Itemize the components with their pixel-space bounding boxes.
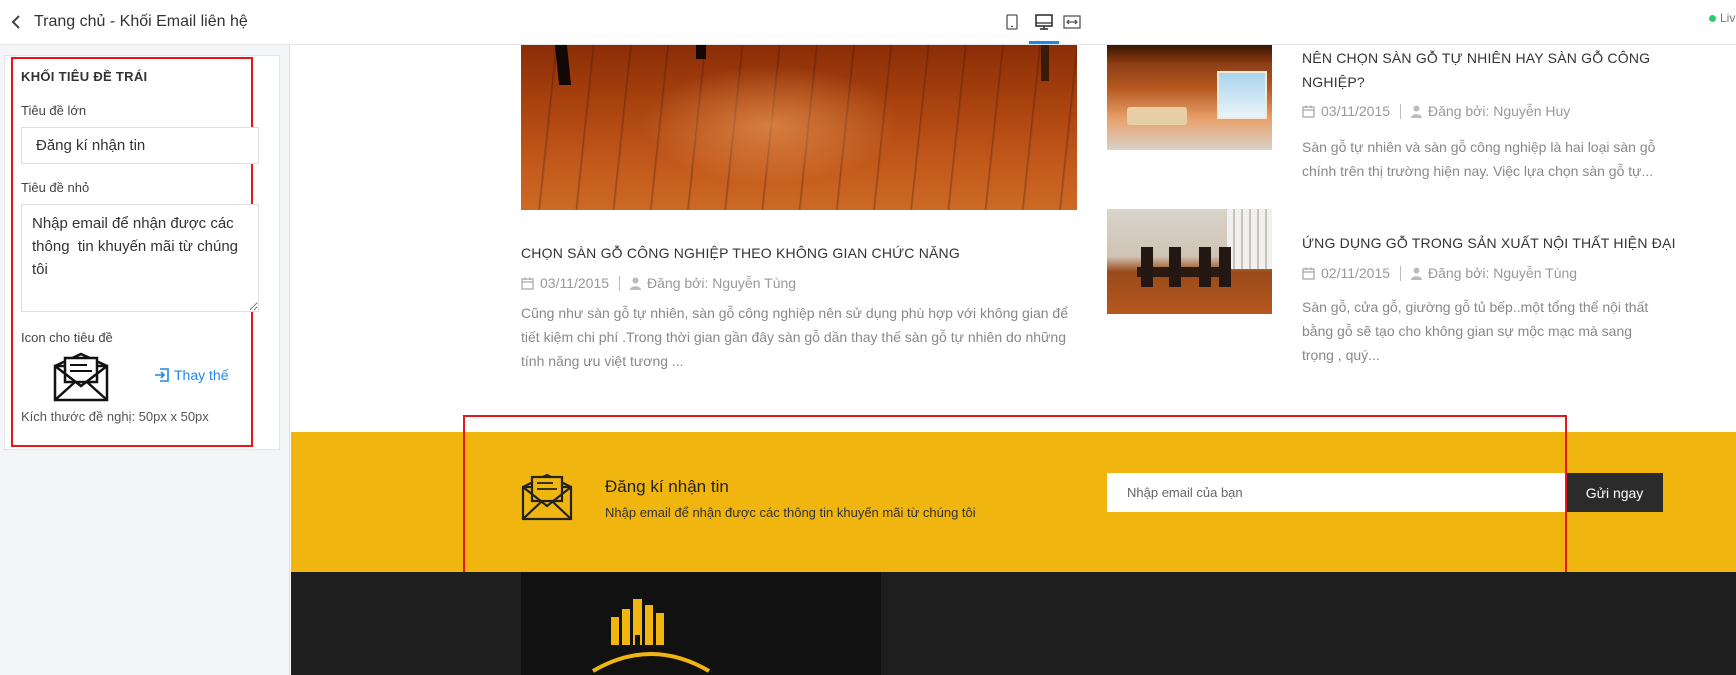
post-excerpt: Sàn gỗ tự nhiên và sàn gỗ công nghiệp là… (1302, 139, 1656, 179)
post-meta: 03/11/2015 Đăng bởi: Nguyễn Tùng (521, 275, 796, 291)
building-logo-icon (591, 599, 711, 673)
post-date: 03/11/2015 (1321, 103, 1391, 119)
page-preview: CHỌN SÀN GỖ CÔNG NGHIỆP THEO KHÔNG GIAN … (291, 45, 1736, 675)
post-date: 03/11/2015 (540, 275, 610, 291)
user-icon (630, 277, 642, 290)
active-device-indicator (1029, 41, 1059, 44)
user-icon (1411, 105, 1423, 118)
post-meta: 03/11/2015 Đăng bởi: Nguyễn Huy (1302, 103, 1570, 119)
envelope-icon (53, 352, 109, 402)
device-desktop-button[interactable] (1030, 8, 1058, 36)
replace-icon-button[interactable]: Thay thế (154, 367, 228, 383)
post-excerpt: Sàn gỗ, cửa gỗ, giường gỗ tủ bếp..một tổ… (1302, 299, 1649, 363)
post-author: Đăng bởi: Nguyễn Tùng (647, 275, 797, 291)
editor-panel: Trang chủ - Khối Email liên hệ KHỐI TIÊU… (0, 0, 290, 675)
back-button[interactable] (4, 10, 28, 34)
post-thumbnail[interactable] (1107, 45, 1272, 150)
size-hint: Kích thước đề nghị: 50px x 50px (21, 409, 209, 424)
user-icon (1411, 267, 1423, 280)
desktop-icon (1035, 14, 1053, 30)
newsletter-submit-button[interactable]: Gửi ngay (1566, 473, 1663, 512)
newsletter-title: Đăng kí nhận tin (605, 477, 729, 496)
device-mobile-button[interactable] (998, 8, 1026, 36)
status-dot-icon (1709, 14, 1716, 22)
big-title-input[interactable] (21, 127, 259, 164)
mobile-icon (1006, 14, 1018, 30)
panel-title: Trang chủ - Khối Email liên hệ (34, 13, 248, 30)
big-title-label: Tiêu đề lớn (21, 103, 87, 118)
icon-label: Icon cho tiêu đề (21, 330, 113, 345)
sign-in-icon (155, 368, 169, 382)
footer (291, 572, 1736, 675)
fullwidth-icon (1063, 15, 1081, 29)
live-label: Liv (1720, 11, 1736, 25)
replace-label: Thay thế (174, 367, 229, 383)
small-title-label: Tiêu đề nhỏ (21, 180, 90, 195)
newsletter-email-input[interactable] (1107, 473, 1566, 512)
post-image-main[interactable] (521, 45, 1077, 210)
post-date: 02/11/2015 (1321, 265, 1391, 281)
chevron-left-icon (11, 15, 20, 29)
calendar-icon (1302, 267, 1315, 280)
calendar-icon (1302, 105, 1315, 118)
panel-header: Trang chủ - Khối Email liên hệ (0, 0, 290, 45)
post-author: Đăng bởi: Nguyễn Huy (1428, 103, 1571, 119)
post-title[interactable]: NÊN CHỌN SÀN GỖ TỰ NHIÊN HAY SÀN GỖ CÔNG… (1302, 46, 1662, 94)
calendar-icon (521, 277, 534, 290)
post-excerpt: Cũng như sàn gỗ tự nhiên, sàn gỗ công ng… (521, 305, 1068, 369)
section-heading: KHỐI TIÊU ĐỀ TRÁI (21, 69, 148, 84)
device-fullwidth-button[interactable] (1058, 8, 1086, 36)
post-author: Đăng bởi: Nguyễn Tùng (1428, 265, 1578, 281)
small-title-textarea[interactable]: Nhập email để nhận được các thông tin kh… (21, 204, 259, 312)
post-title[interactable]: CHỌN SÀN GỖ CÔNG NGHIỆP THEO KHÔNG GIAN … (521, 241, 1077, 265)
newsletter-subtitle: Nhập email để nhận được các thông tin kh… (605, 505, 976, 520)
preview-toolbar: Liv (291, 0, 1736, 45)
envelope-icon (521, 473, 573, 521)
live-status: Liv (1709, 11, 1735, 25)
post-thumbnail[interactable] (1107, 209, 1272, 314)
post-title[interactable]: ỨNG DỤNG GỖ TRONG SẢN XUẤT NỘI THẤT HIỆN… (1302, 231, 1682, 255)
post-meta: 02/11/2015 Đăng bởi: Nguyễn Tùng (1302, 265, 1577, 281)
